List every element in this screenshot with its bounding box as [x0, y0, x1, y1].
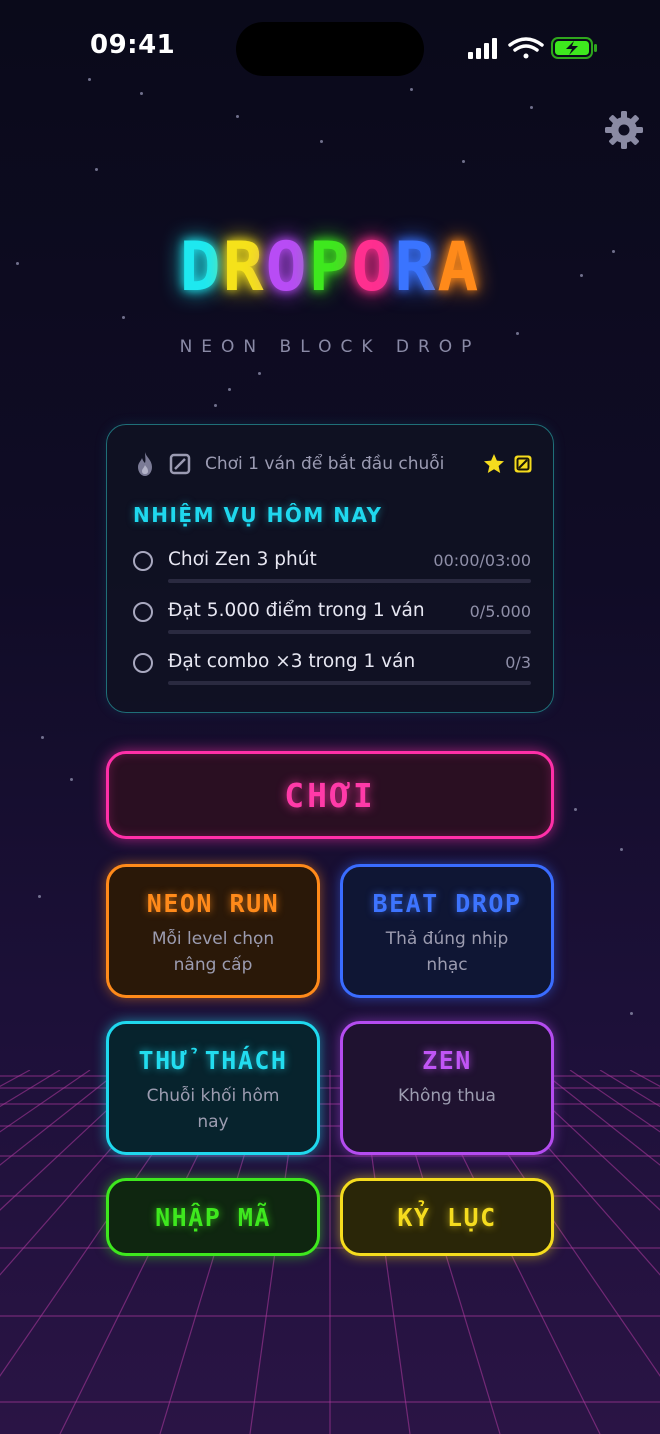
- logo-letter: R: [394, 228, 438, 307]
- logo-letter: O: [265, 228, 309, 307]
- zen-desc: Không thua: [398, 1086, 496, 1106]
- logo-letter: R: [222, 228, 266, 307]
- mission-label: Chơi Zen 3 phút: [168, 549, 317, 570]
- mission-checkbox[interactable]: [133, 551, 153, 571]
- cellular-signal-icon: [468, 38, 497, 59]
- neon-grid-floor: [0, 1070, 660, 1434]
- mission-progress-bar: [168, 579, 531, 583]
- enter-code-title: NHẬP MÃ: [155, 1202, 271, 1232]
- mission-item[interactable]: Đạt 5.000 điểm trong 1 ván 0/5.000: [133, 600, 531, 640]
- challenge-button[interactable]: THỬ THÁCH Chuỗi khối hôm nay: [106, 1021, 320, 1155]
- neon-run-title: NEON RUN: [146, 889, 280, 918]
- mission-checkbox[interactable]: [133, 653, 153, 673]
- play-button-label: CHƠI: [284, 775, 376, 815]
- dynamic-island: [236, 22, 424, 76]
- challenge-title: THỬ THÁCH: [138, 1046, 288, 1075]
- challenge-desc: Chuỗi khối hôm nay: [146, 1086, 280, 1132]
- mission-progress: 0/3: [505, 653, 531, 672]
- mission-item[interactable]: Chơi Zen 3 phút 00:00/03:00: [133, 549, 531, 589]
- status-icons: [468, 37, 597, 59]
- logo-letter: A: [437, 228, 481, 307]
- mission-checkbox[interactable]: [133, 602, 153, 622]
- flame-icon: [138, 452, 152, 476]
- mission-progress: 0/5.000: [469, 602, 531, 621]
- zen-button[interactable]: ZEN Không thua: [340, 1021, 554, 1155]
- beat-drop-desc: Thả đúng nhịp nhạc: [385, 929, 509, 975]
- mission-progress-bar: [168, 681, 531, 685]
- app-subtitle: NEON BLOCK DROP: [179, 337, 481, 357]
- enter-code-button[interactable]: NHẬP MÃ: [106, 1178, 320, 1256]
- records-title: KỶ LỤC: [397, 1202, 497, 1232]
- bonus-square-icon: [514, 455, 532, 473]
- neon-run-desc: Mỗi level chọn nâng cấp: [151, 929, 275, 975]
- star-icon: [484, 454, 504, 473]
- missions-title: NHIỆM VỤ HÔM NAY: [133, 503, 383, 527]
- zen-title: ZEN: [422, 1046, 472, 1075]
- beat-drop-button[interactable]: BEAT DROP Thả đúng nhịp nhạc: [340, 864, 554, 998]
- streak-row: Chơi 1 ván để bắt đầu chuỗi: [133, 449, 533, 479]
- daily-missions-card: Chơi 1 ván để bắt đầu chuỗi NHIỆM VỤ HÔM…: [106, 424, 554, 713]
- gear-icon[interactable]: [604, 110, 644, 150]
- play-button[interactable]: CHƠI: [106, 751, 554, 839]
- streak-text: Chơi 1 ván để bắt đầu chuỗi: [205, 454, 445, 474]
- status-time: 09:41: [90, 30, 176, 60]
- mission-label: Đạt combo ×3 trong 1 ván: [168, 651, 416, 672]
- logo-letter: D: [179, 228, 223, 307]
- mission-item[interactable]: Đạt combo ×3 trong 1 ván 0/3: [133, 651, 531, 691]
- app-logo: DROPORA: [0, 228, 660, 307]
- logo-letter: P: [308, 228, 352, 307]
- mission-progress: 00:00/03:00: [433, 551, 531, 570]
- neon-run-button[interactable]: NEON RUN Mỗi level chọn nâng cấp: [106, 864, 320, 998]
- records-button[interactable]: KỶ LỤC: [340, 1178, 554, 1256]
- logo-letter: O: [351, 228, 395, 307]
- mission-label: Đạt 5.000 điểm trong 1 ván: [168, 600, 425, 621]
- square-slash-icon: [169, 453, 191, 475]
- wifi-icon: [508, 37, 544, 59]
- mission-progress-bar: [168, 630, 531, 634]
- reward-icons: [483, 449, 533, 479]
- beat-drop-title: BEAT DROP: [372, 889, 522, 918]
- battery-charging-icon: [551, 37, 597, 59]
